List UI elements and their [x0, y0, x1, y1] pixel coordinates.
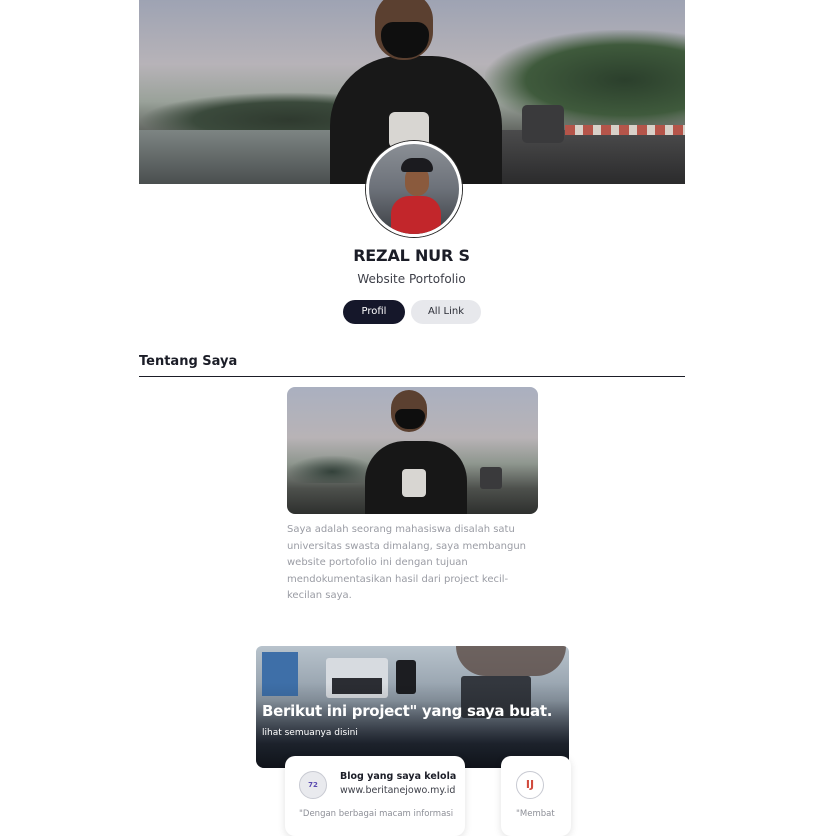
banner-title: Berikut ini project" yang saya buat.: [262, 702, 553, 720]
project-card-second[interactable]: IJ "Membat: [501, 756, 571, 836]
project-card-description: "Membat: [516, 809, 555, 819]
profile-subtitle: Website Portofolio: [357, 272, 466, 286]
about-photo-shirt-graphic: [402, 469, 426, 497]
cover-car: [522, 105, 564, 143]
projects-banner[interactable]: Berikut ini project" yang saya buat. lih…: [256, 646, 569, 768]
project-card-title: Blog yang saya kelola: [340, 771, 457, 782]
blog-logo-icon: 72: [299, 771, 327, 799]
project-logo-icon: IJ: [516, 771, 544, 799]
banner-subtitle[interactable]: lihat semuanya disini: [262, 728, 358, 738]
about-photo-trees: [287, 455, 377, 483]
section-heading-about: Tentang Saya: [139, 354, 238, 369]
avatar-shirt: [391, 196, 441, 234]
project-card-description: "Dengan berbagai macam informasi: [299, 809, 454, 819]
cover-railing: [565, 125, 685, 135]
about-photo-car: [480, 467, 502, 489]
avatar: [366, 141, 462, 237]
avatar-cap: [401, 158, 433, 172]
profile-page: REZAL NUR S Website Portofolio Profil Al…: [0, 0, 823, 836]
project-card-blog[interactable]: 72 Blog yang saya kelola www.beritanejow…: [285, 756, 465, 836]
tab-all-link[interactable]: All Link: [411, 300, 481, 324]
cover-lake: [139, 130, 359, 184]
profile-name: REZAL NUR S: [353, 246, 470, 265]
about-text: Saya adalah seorang mahasiswa disalah sa…: [287, 524, 526, 601]
project-card-url[interactable]: www.beritanejowo.my.id: [340, 785, 455, 796]
section-divider: [139, 376, 685, 377]
tab-profil[interactable]: Profil: [343, 300, 405, 324]
cover-trees-right: [485, 30, 685, 130]
about-photo: [287, 387, 538, 514]
